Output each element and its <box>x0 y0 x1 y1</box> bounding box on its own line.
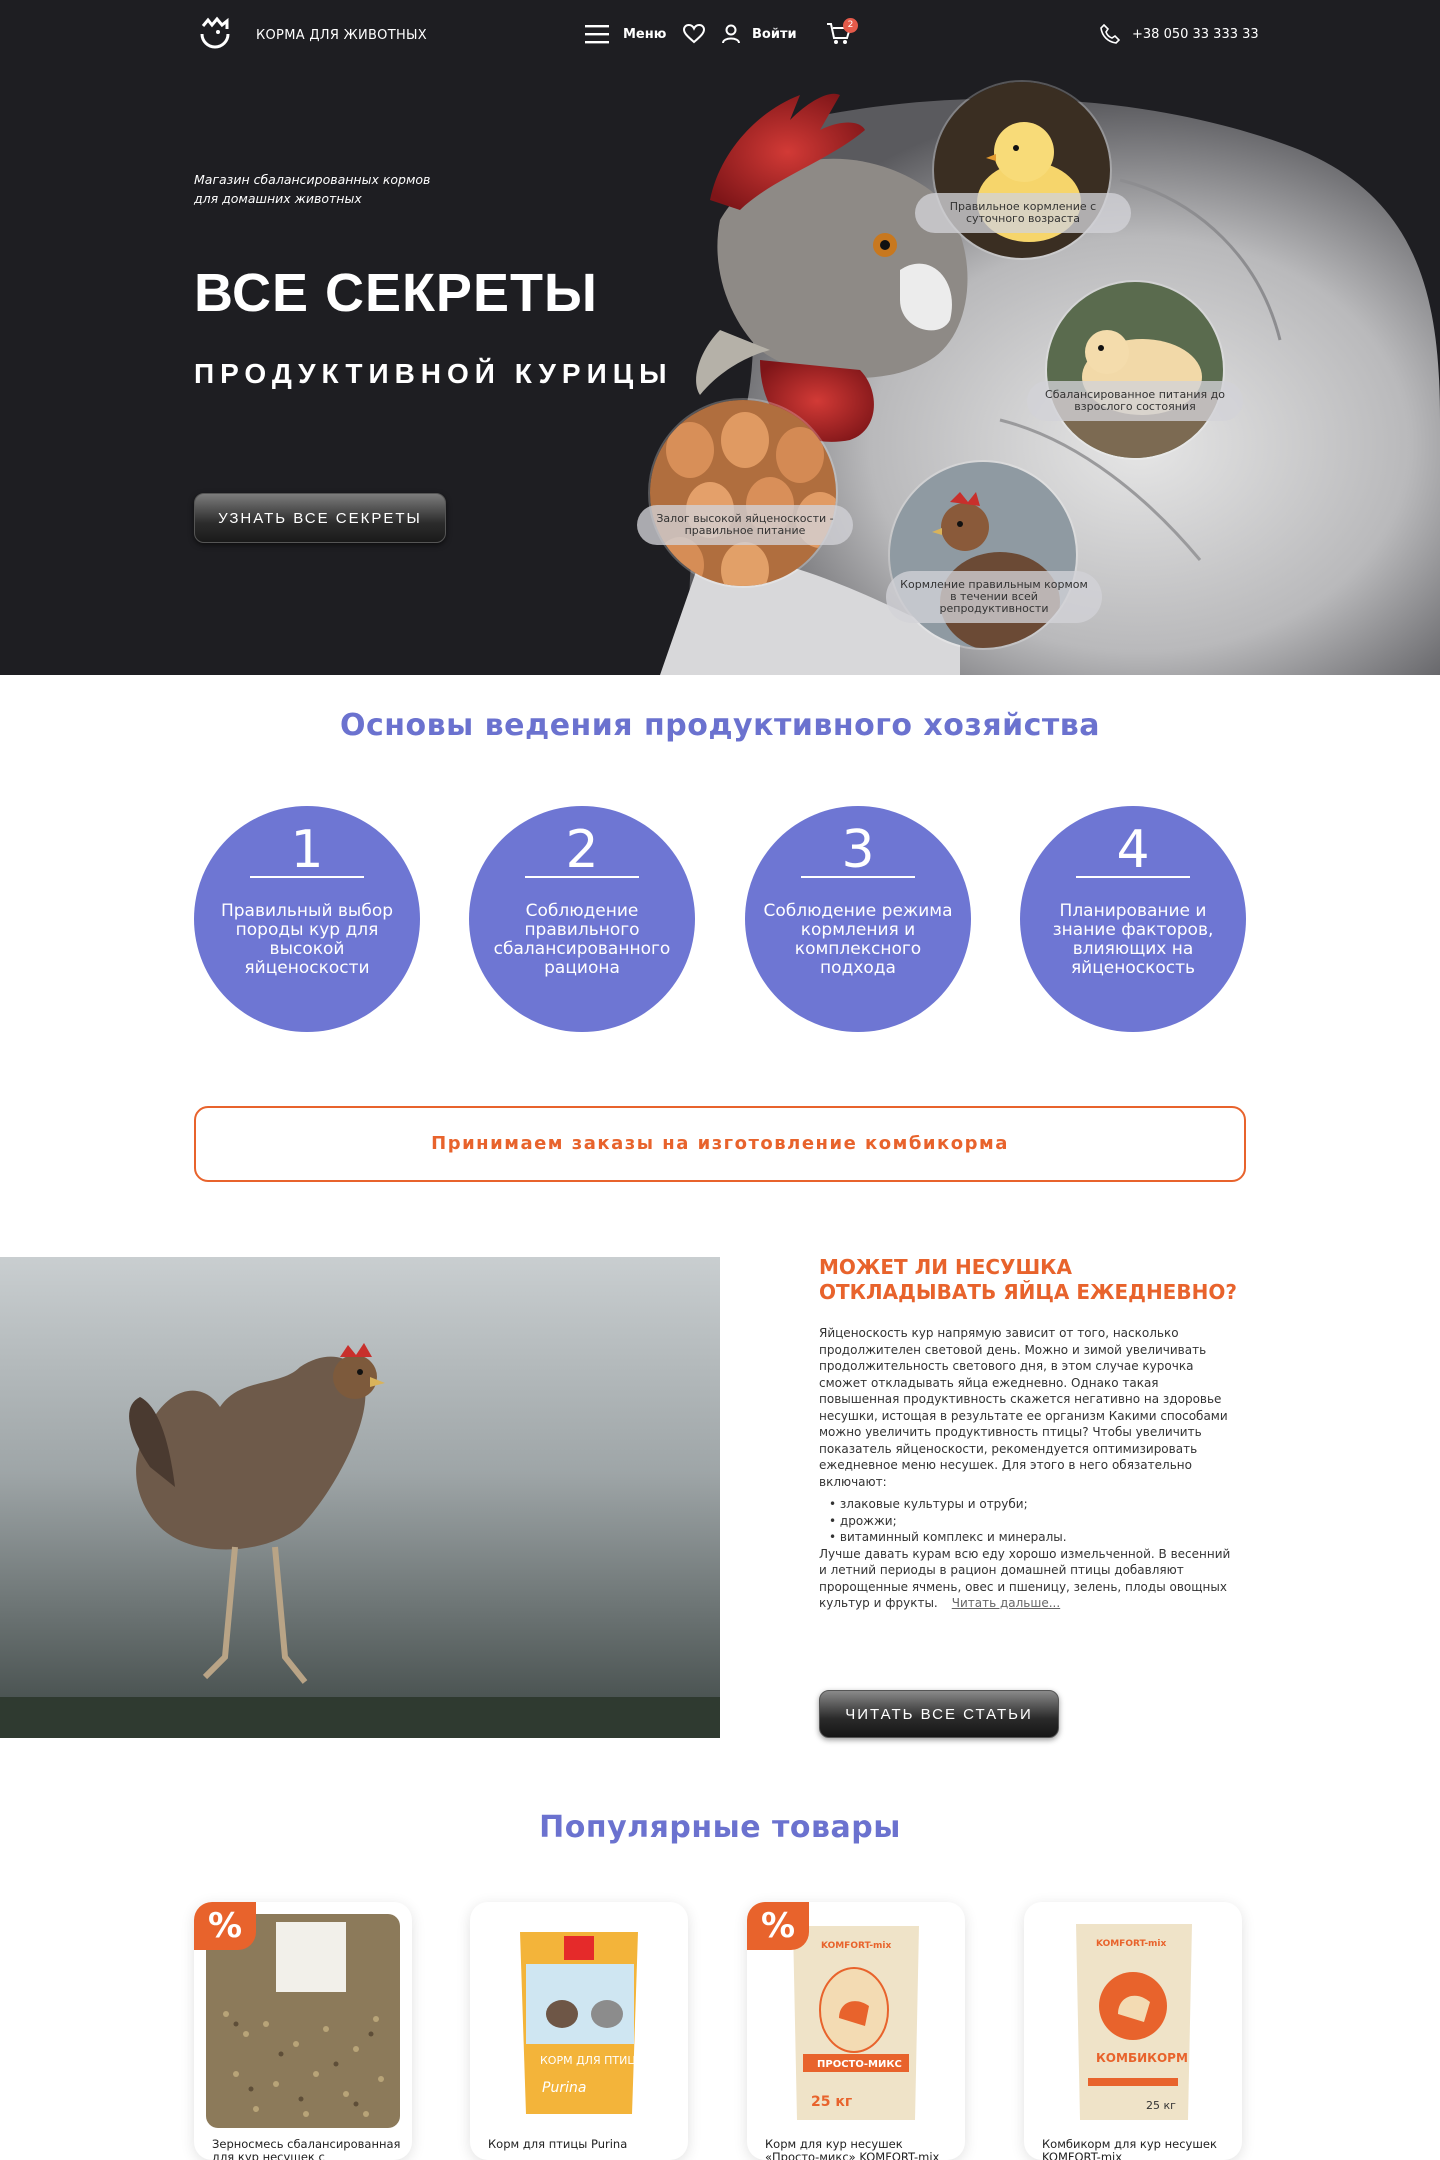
young-chicken-image <box>1047 282 1223 458</box>
top-nav: КОРМА ДЛЯ ЖИВОТНЫХ Меню Войти 2 +38 050 … <box>0 0 1440 72</box>
phone-number: +38 050 33 333 33 <box>1132 26 1259 42</box>
product-name: Зерносмесь сбалансированная для кур несу… <box>212 2137 401 2160</box>
hero-subtitle: ПРОДУКТИВНОЙ КУРИЦЫ <box>194 358 673 389</box>
hamburger-icon <box>585 25 609 44</box>
step-divider <box>801 876 915 878</box>
purina-bag-image: КОРМ ДЛЯ ПТИЦЫ Purina <box>482 1914 676 2128</box>
svg-text:КОРМ ДЛЯ ПТИЦЫ: КОРМ ДЛЯ ПТИЦЫ <box>540 2054 646 2067</box>
eggs-image <box>650 400 836 586</box>
step-text: Соблюдение режима кормления и комплексно… <box>763 901 953 978</box>
product-card-4[interactable]: KOMFORT-mix КОМБИКОРМ 25 кг Комбикорм дл… <box>1024 1902 1242 2160</box>
chick-image <box>934 82 1110 258</box>
bubble-label-4: Кормление правильным кормом в течении вс… <box>886 571 1102 623</box>
step-divider <box>250 876 364 878</box>
hero-title: ВСЕ СЕКРЕТЫ <box>194 263 598 323</box>
step-number: 1 <box>290 820 324 880</box>
user-icon <box>722 24 740 44</box>
bubble-label-3: Залог высокой яйценоскости - правильное … <box>637 505 853 545</box>
basics-title: Основы ведения продуктивного хозяйства <box>339 708 1101 743</box>
step-number: 4 <box>1116 820 1150 880</box>
product-card-1[interactable]: % Зерносмесь сбалансированная для кур не… <box>194 1902 412 2160</box>
read-all-articles-button[interactable]: ЧИТАТЬ ВСЕ СТАТЬИ <box>819 1690 1059 1738</box>
svg-text:KOMFORT-mix: KOMFORT-mix <box>821 1941 892 1951</box>
article-title: МОЖЕТ ЛИ НЕСУШКА ОТКЛАДЫВАТЬ ЯЙЦА ЕЖЕДНЕ… <box>819 1255 1237 1304</box>
step-circle-1: 1 Правильный выбор породы кур для высоко… <box>194 806 420 1032</box>
heart-icon[interactable] <box>683 24 705 44</box>
product-name: Комбикорм для кур несушек KOMFORT-mix <box>1042 2137 1217 2160</box>
bubble-label-2: Сбалансированное питания до взрослого со… <box>1027 381 1243 421</box>
product-card-2[interactable]: КОРМ ДЛЯ ПТИЦЫ Purina Корм для птицы Pur… <box>470 1902 688 2160</box>
bubble-chick-photo <box>932 80 1112 260</box>
article-list: злаковые культуры и отруби; дрожжи; вита… <box>829 1496 1241 1546</box>
step-divider <box>525 876 639 878</box>
login-button[interactable]: Войти <box>722 24 797 44</box>
menu-button[interactable]: Меню <box>585 24 666 44</box>
step-number: 2 <box>565 820 599 880</box>
svg-text:25 кг: 25 кг <box>811 2094 852 2110</box>
orders-banner[interactable]: Принимаем заказы на изготовление комбико… <box>194 1106 1246 1182</box>
phone-link[interactable]: +38 050 33 333 33 <box>1100 24 1259 44</box>
svg-text:КОМБИКОРМ: КОМБИКОРМ <box>1096 2051 1188 2065</box>
svg-text:Purina: Purina <box>542 2080 586 2096</box>
products-title: Популярные товары <box>539 1810 901 1845</box>
logo-text[interactable]: КОРМА ДЛЯ ЖИВОТНЫХ <box>256 28 427 43</box>
phone-icon <box>1100 24 1120 44</box>
step-text: Соблюдение правильного сбалансированного… <box>493 901 671 978</box>
logo-icon[interactable] <box>194 16 236 58</box>
step-text: Правильный выбор породы кур для высокой … <box>220 901 394 978</box>
svg-text:KOMFORT-mix: KOMFORT-mix <box>1096 1939 1167 1949</box>
hero-section: КОРМА ДЛЯ ЖИВОТНЫХ Меню Войти 2 +38 050 … <box>0 0 1440 675</box>
walking-hen-image <box>0 1257 720 1738</box>
step-circle-3: 3 Соблюдение режима кормления и комплекс… <box>745 806 971 1032</box>
product-image: KOMFORT-mix КОМБИКОРМ 25 кг <box>1036 1914 1230 2128</box>
bubble-label-1: Правильное кормление с суточного возраст… <box>915 193 1131 233</box>
kombikorm-bag-image: KOMFORT-mix КОМБИКОРМ 25 кг <box>1036 1914 1230 2128</box>
sale-badge: % <box>194 1902 256 1950</box>
product-name: Корм для кур несушек «Просто-микс» KOMFO… <box>765 2137 940 2160</box>
hero-tagline: Магазин сбалансированных кормов для дома… <box>194 172 431 206</box>
article-paragraph-1: Яйценоскость кур напрямую зависит от тог… <box>819 1326 1228 1489</box>
article-paragraph-2: Лучше давать курам всю еду хорошо измель… <box>819 1546 1241 1612</box>
step-number: 3 <box>841 820 875 880</box>
cart-count-badge: 2 <box>843 18 858 33</box>
bubble-eggs-photo <box>648 398 838 588</box>
login-label: Войти <box>752 26 797 42</box>
read-more-link[interactable]: Читать дальше... <box>952 1596 1060 1610</box>
menu-label: Меню <box>623 26 667 42</box>
step-divider <box>1076 876 1190 878</box>
product-name: Корм для птицы Purina <box>488 2137 628 2151</box>
cart-button[interactable]: 2 <box>826 18 858 50</box>
learn-secrets-button[interactable]: УЗНАТЬ ВСЕ СЕКРЕТЫ <box>194 493 446 543</box>
step-circle-2: 2 Соблюдение правильного сбалансированно… <box>469 806 695 1032</box>
svg-text:25 кг: 25 кг <box>1146 2099 1176 2112</box>
step-text: Планирование и знание факторов, влияющих… <box>1052 901 1214 978</box>
article-hen-photo <box>0 1257 720 1738</box>
list-item: злаковые культуры и отруби; <box>829 1496 1241 1513</box>
svg-text:ПРОСТО-МИКС: ПРОСТО-МИКС <box>817 2059 902 2070</box>
step-circle-4: 4 Планирование и знание факторов, влияющ… <box>1020 806 1246 1032</box>
sale-badge: % <box>747 1902 809 1950</box>
list-item: витаминный комплекс и минералы. <box>829 1529 1241 1546</box>
bubble-young-chicken-photo <box>1045 280 1225 460</box>
list-item: дрожжи; <box>829 1513 1241 1530</box>
product-image: КОРМ ДЛЯ ПТИЦЫ Purina <box>482 1914 676 2128</box>
article-body: Яйценоскость кур напрямую зависит от тог… <box>819 1325 1241 1612</box>
product-card-3[interactable]: KOMFORT-mix ПРОСТО-МИКС 25 кг % Корм для… <box>747 1902 965 2160</box>
